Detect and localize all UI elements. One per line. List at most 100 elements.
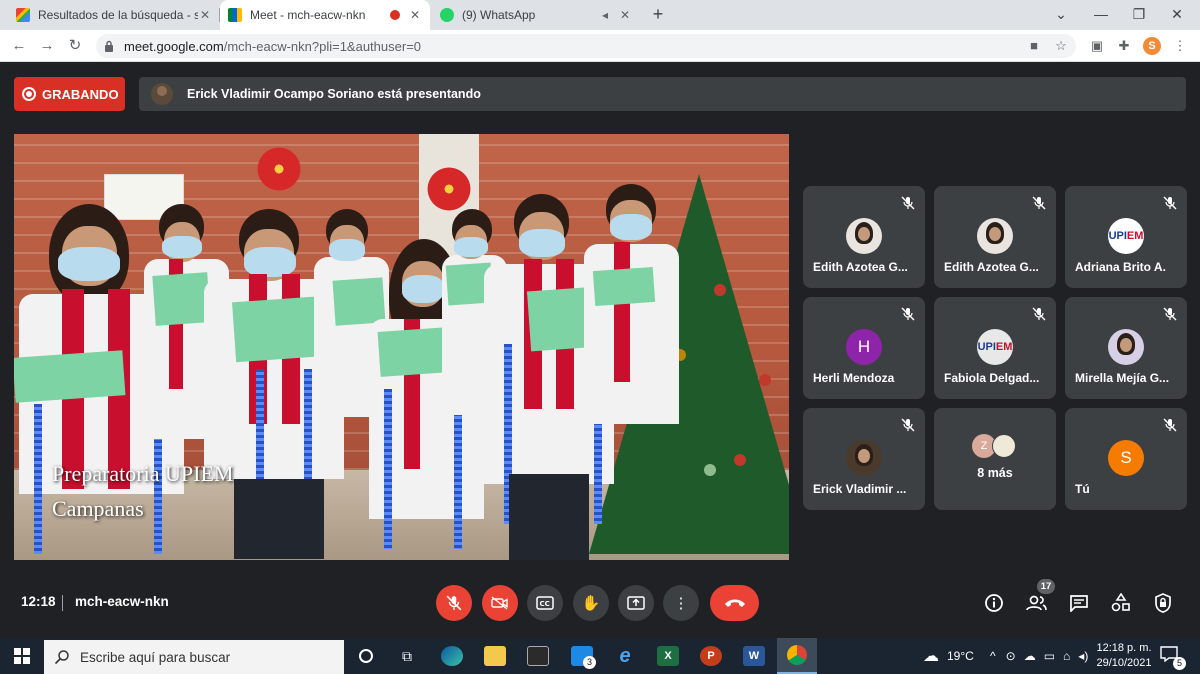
participant-tile[interactable]: Edith Azotea G... [934, 186, 1056, 288]
volume-icon[interactable]: ◂) [1078, 649, 1088, 663]
close-tab-icon[interactable]: ✕ [198, 8, 212, 22]
participant-tile[interactable]: H Herli Mendoza [803, 297, 925, 399]
participant-tile[interactable]: Erick Vladimir ... [803, 408, 925, 510]
participant-tile[interactable]: Edith Azotea G... [803, 186, 925, 288]
more-participants-tile[interactable]: Z 8 más [934, 408, 1056, 510]
meet-window: GRABANDO Erick Vladimir Ocampo Soriano e… [0, 63, 1200, 638]
internet-explorer-icon: e [619, 644, 631, 667]
camera-off-icon [491, 596, 508, 610]
upiem-logo-avatar: UPI EM [977, 329, 1013, 365]
participant-tile[interactable]: UPI EM Fabiola Delgad... [934, 297, 1056, 399]
mic-off-icon [446, 595, 462, 611]
taskbar-app-ie[interactable]: e [605, 638, 645, 674]
profile-avatar[interactable]: S [1143, 37, 1161, 55]
battery-icon[interactable]: ▭ [1044, 649, 1055, 663]
people-icon [1026, 595, 1047, 611]
new-tab-button[interactable]: + [648, 4, 668, 24]
lock-icon [105, 40, 113, 52]
svg-text:CC: CC [540, 600, 550, 608]
close-tab-icon[interactable]: ✕ [618, 8, 632, 22]
present-screen-button[interactable] [618, 585, 654, 621]
taskbar-search-input[interactable]: Escribe aquí para buscar [44, 640, 344, 674]
taskbar-app-word[interactable]: W [734, 638, 774, 674]
participant-tile[interactable]: Mirella Mejía G... [1065, 297, 1187, 399]
tab-whatsapp[interactable]: (9) WhatsApp ◂ ✕ [432, 0, 640, 30]
camera-in-use-icon[interactable]: ■ [1026, 38, 1042, 54]
vpn-icon[interactable]: ⊙ [1006, 649, 1016, 663]
notification-center-button[interactable]: 5 [1160, 646, 1186, 670]
address-bar[interactable]: meet.google.com/mch-eacw-nkn?pli=1&authu… [96, 34, 1076, 58]
present-icon [627, 596, 645, 610]
hangup-icon [724, 599, 745, 607]
activities-icon [1111, 593, 1130, 612]
recording-badge: GRABANDO [14, 77, 125, 111]
taskbar-app-mail[interactable]: 3 [562, 638, 602, 674]
meeting-clock: 12:18 [21, 594, 56, 609]
taskbar-app-powerpoint[interactable]: P [691, 638, 731, 674]
taskbar-app-excel[interactable]: X [648, 638, 688, 674]
bookmark-star-icon[interactable]: ☆ [1053, 38, 1069, 54]
captions-button[interactable]: CC [527, 585, 563, 621]
cortana-button[interactable] [346, 638, 386, 674]
menu-kebab-icon[interactable]: ⋮ [1172, 38, 1188, 54]
system-tray-icons[interactable]: ^ ⊙ ☁ ▭ ⌂ ◂) [990, 638, 1088, 674]
taskbar-app-store[interactable] [518, 638, 558, 674]
toggle-camera-button[interactable] [482, 585, 518, 621]
host-controls-button[interactable] [1151, 591, 1175, 615]
task-view-icon: ⧉ [402, 647, 412, 664]
participant-tile[interactable]: UPI EM Adriana Brito A. [1065, 186, 1187, 288]
windows-taskbar: Escribe aquí para buscar ⧉ 3 e X P W ☁ 1… [0, 638, 1200, 674]
url-text: meet.google.com/mch-eacw-nkn?pli=1&authu… [124, 39, 422, 54]
more-vert-icon: ⋮ [673, 595, 689, 612]
presentation-video[interactable]: Preparatoria UPIEM Campanas [14, 134, 789, 560]
task-view-button[interactable]: ⧉ [387, 638, 427, 674]
participant-avatar [1108, 329, 1144, 365]
mic-off-icon [901, 196, 915, 210]
more-participants-avatars: Z [972, 434, 1022, 460]
self-tile[interactable]: S Tú [1065, 408, 1187, 510]
close-tab-icon[interactable]: ✕ [408, 8, 422, 22]
taskbar-app-chrome[interactable] [777, 638, 817, 674]
toggle-mic-button[interactable] [436, 585, 472, 621]
record-icon [22, 87, 36, 101]
meeting-code: mch-eacw-nkn [75, 594, 169, 609]
excel-icon: X [657, 646, 679, 666]
extension-icon[interactable]: ▣ [1089, 38, 1105, 54]
activities-button[interactable] [1109, 591, 1133, 615]
close-window-button[interactable]: ✕ [1158, 0, 1196, 30]
start-button[interactable] [0, 638, 44, 674]
system-clock[interactable]: 12:18 p. m. 29/10/2021 [1094, 641, 1154, 671]
speaker-icon[interactable]: ◂ [598, 8, 612, 22]
mic-off-icon [1163, 196, 1177, 210]
windows-logo-icon [14, 648, 30, 664]
people-button[interactable] [1025, 591, 1049, 615]
tab-gmail-search[interactable]: Resultados de la búsqueda - sub ✕ [8, 0, 220, 30]
reload-button[interactable]: ↻ [64, 35, 86, 57]
onedrive-icon[interactable]: ☁ [1024, 649, 1036, 663]
weather-widget[interactable]: ☁ 19°C [923, 638, 974, 674]
meet-icon [228, 8, 242, 22]
self-avatar: S [1108, 440, 1144, 476]
upiem-logo-avatar: UPI EM [1108, 218, 1144, 254]
tab-search-button[interactable]: ⌄ [1042, 0, 1080, 30]
more-options-button[interactable]: ⋮ [663, 585, 699, 621]
cortana-icon [359, 649, 373, 663]
raise-hand-button[interactable]: ✋ [573, 585, 609, 621]
participant-avatar: H [846, 329, 882, 365]
cloud-icon: ☁ [923, 648, 939, 665]
chat-button[interactable] [1067, 591, 1091, 615]
taskbar-app-edge[interactable] [432, 638, 472, 674]
leave-call-button[interactable] [710, 585, 759, 621]
captions-icon: CC [536, 596, 554, 610]
store-icon [527, 646, 549, 666]
forward-button[interactable]: → [36, 35, 58, 57]
chevron-up-icon[interactable]: ^ [990, 649, 996, 663]
back-button[interactable]: ← [8, 35, 30, 57]
extensions-puzzle-icon[interactable]: ✚ [1116, 38, 1132, 54]
network-icon[interactable]: ⌂ [1063, 649, 1070, 663]
minimize-button[interactable]: — [1082, 0, 1120, 30]
meeting-details-button[interactable] [982, 591, 1006, 615]
taskbar-app-file-explorer[interactable] [475, 638, 515, 674]
restore-button[interactable]: ❐ [1120, 0, 1158, 30]
tab-meet[interactable]: Meet - mch-eacw-nkn ✕ [220, 0, 430, 30]
